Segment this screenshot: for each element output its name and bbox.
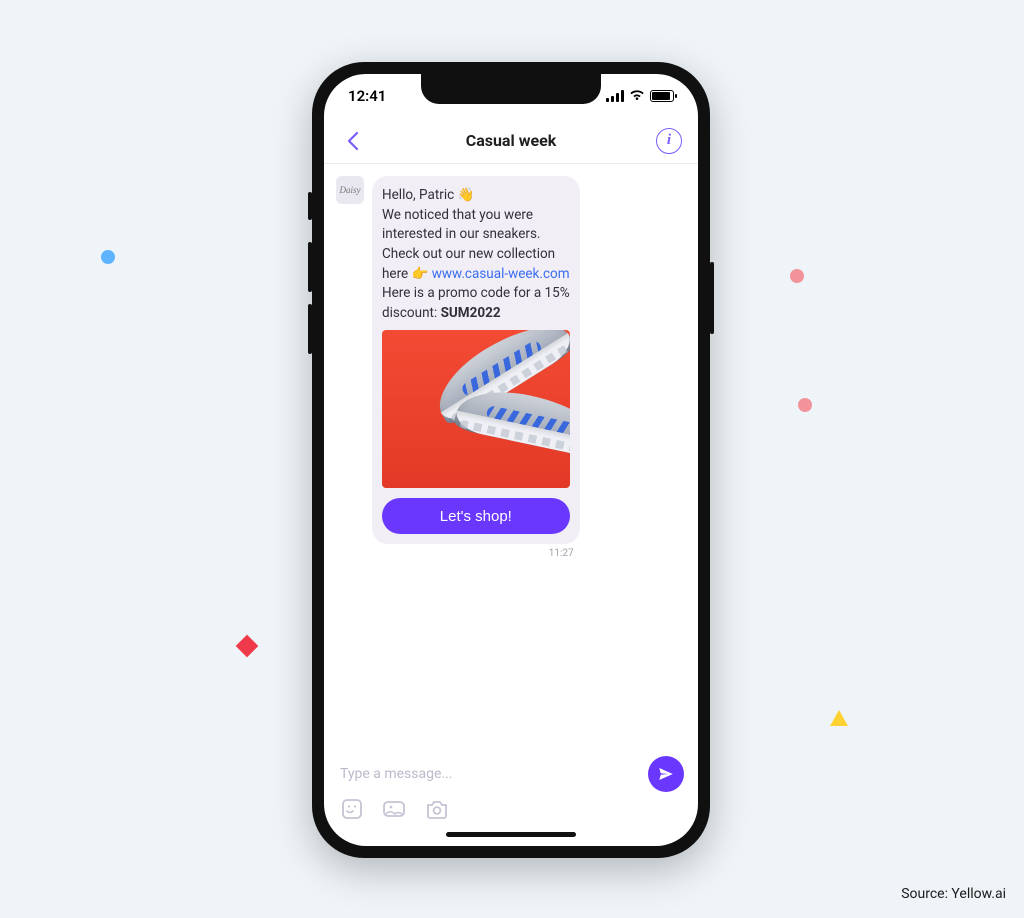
signal-icon (606, 90, 624, 102)
chat-title: Casual week (466, 131, 557, 150)
phone-volume-up (308, 242, 312, 292)
send-button[interactable] (648, 756, 684, 792)
sneaker-graphic-2 (448, 382, 569, 482)
message-greeting: Hello, Patric 👋 (382, 186, 570, 205)
message-body-line: interested in our sneakers. (382, 225, 570, 244)
decorative-dot-blue (101, 250, 115, 264)
decorative-dot-pink-1 (790, 269, 804, 283)
message-promo-code-line: discount: SUM2022 (382, 304, 570, 323)
status-time: 12:41 (348, 87, 386, 105)
chat-area[interactable]: Daisy Hello, Patric 👋 We noticed that yo… (324, 164, 698, 754)
phone-volume-down (308, 304, 312, 354)
wifi-icon (629, 87, 645, 105)
phone-screen: 12:41 Casual week i Daisy (324, 74, 698, 846)
info-button[interactable]: i (656, 128, 682, 154)
promo-link[interactable]: www.casual-week.com (432, 266, 570, 282)
message-row: Daisy Hello, Patric 👋 We noticed that yo… (336, 176, 686, 559)
promo-code: SUM2022 (441, 305, 501, 321)
source-attribution: Source: Yellow.ai (901, 886, 1006, 902)
battery-icon (650, 90, 674, 102)
camera-icon[interactable] (424, 798, 450, 820)
status-icons (606, 87, 674, 105)
message-body-line: Check out our new collection (382, 245, 570, 264)
decorative-diamond-red (236, 635, 259, 658)
sticker-icon[interactable] (340, 798, 366, 820)
message-link-line: here 👉 www.casual-week.com (382, 265, 570, 284)
home-indicator (446, 832, 576, 837)
product-image (382, 330, 570, 488)
avatar[interactable]: Daisy (336, 176, 364, 204)
message-timestamp: 11:27 (372, 544, 580, 559)
decorative-triangle-yellow (830, 710, 848, 726)
phone-power-button (710, 262, 714, 334)
composer-tools (338, 798, 684, 820)
message-bubble: Hello, Patric 👋 We noticed that you were… (372, 176, 580, 544)
compose-input[interactable]: Type a message... (338, 760, 638, 788)
gallery-icon[interactable] (382, 798, 408, 820)
phone-mute-switch (308, 192, 312, 220)
message-composer: Type a message... (324, 750, 698, 820)
message-body-line: We noticed that you were (382, 206, 570, 225)
message-promo-line: Here is a promo code for a 15% (382, 284, 570, 303)
decorative-dot-pink-2 (798, 398, 812, 412)
back-button[interactable] (340, 128, 366, 154)
wave-emoji: 👋 (458, 187, 475, 203)
phone-frame: 12:41 Casual week i Daisy (312, 62, 710, 858)
chat-title-bar: Casual week i (324, 118, 698, 164)
status-bar: 12:41 (324, 74, 698, 118)
pointer-emoji: 👉 (412, 266, 429, 282)
lets-shop-button[interactable]: Let's shop! (382, 498, 570, 534)
